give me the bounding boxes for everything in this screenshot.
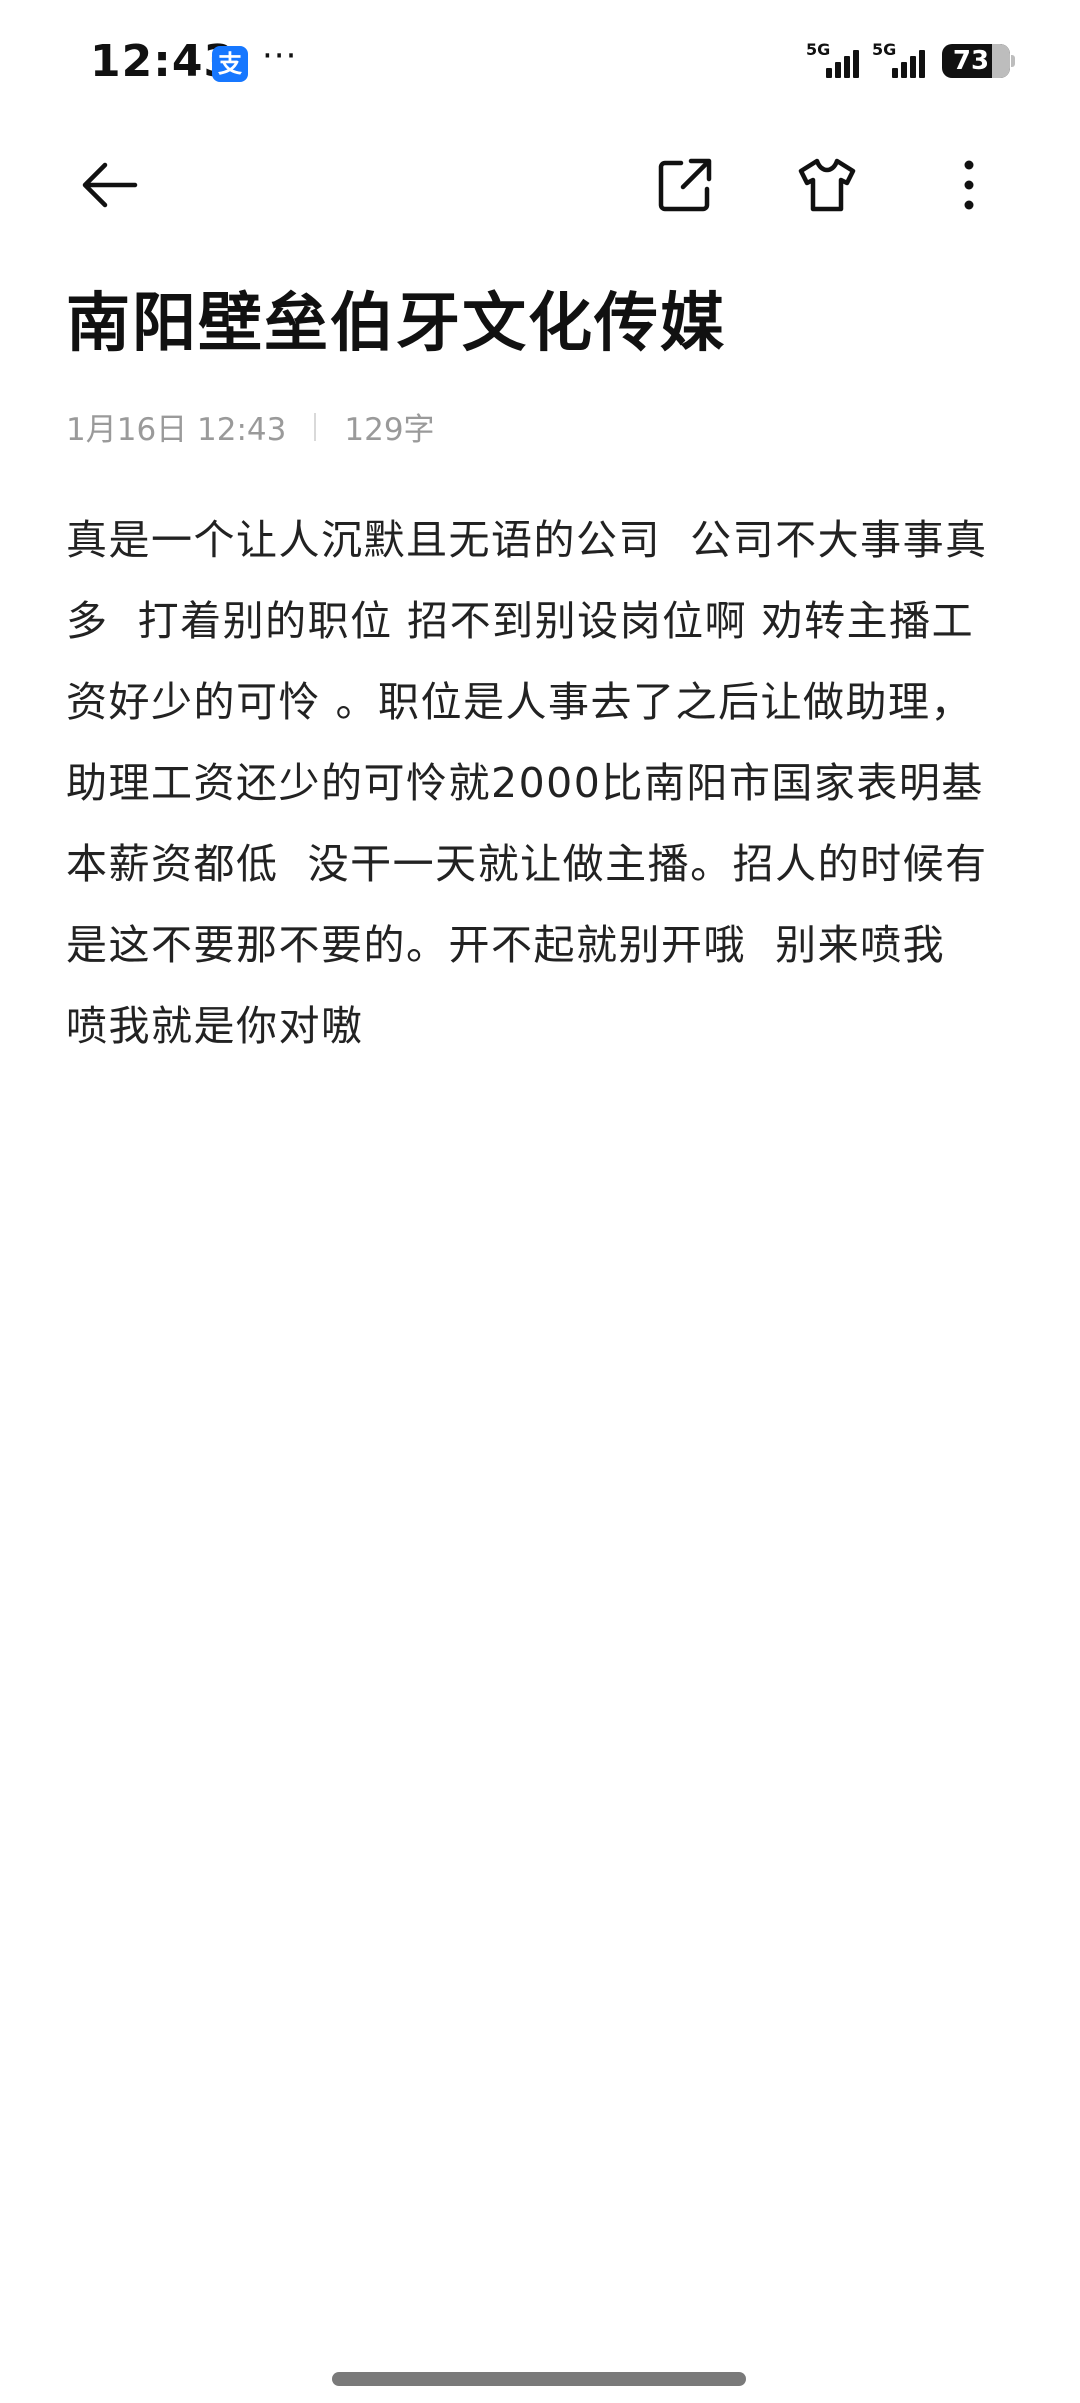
note-toolbar — [0, 130, 1080, 240]
share-icon — [658, 158, 712, 212]
note-body-line: 真是一个让人沉默且无语的公司 公司不大事事真 — [66, 516, 988, 564]
battery-icon: 73 — [942, 44, 1010, 78]
tshirt-icon — [798, 158, 856, 212]
signal-bars — [826, 50, 859, 78]
note-date: 1月16日 12:43 — [66, 412, 287, 448]
more-button[interactable] — [934, 150, 1004, 220]
status-bar: 12:43 支 ··· 5G 5G 73 — [0, 0, 1080, 130]
note-body-line: 本薪资都低 没干一天就让做主播。招人的时候有 — [66, 840, 988, 888]
word-count: 129字 — [344, 412, 435, 448]
battery-tip — [1011, 55, 1015, 67]
note-body[interactable]: 真是一个让人沉默且无语的公司 公司不大事事真 多 打着别的职位 招不到别设岗位啊… — [66, 500, 1016, 1067]
meta-divider — [314, 412, 317, 441]
note-body-line: 多 打着别的职位 招不到别设岗位啊 劝转主播工 — [66, 597, 975, 645]
theme-button[interactable] — [792, 150, 862, 220]
note-meta: 1月16日 12:43 129字 — [66, 404, 435, 449]
note-body-line: 是这不要那不要的。开不起就别开哦 别来喷我 — [66, 921, 946, 969]
arrow-left-icon — [82, 162, 138, 208]
alipay-icon: 支 — [212, 46, 248, 82]
battery-level: 73 — [952, 46, 990, 76]
share-button[interactable] — [650, 150, 720, 220]
signal-5g-icon: 5G — [806, 40, 866, 78]
notification-more-dots: ··· — [262, 36, 298, 76]
note-body-line: 喷我就是你对嗷 — [66, 1002, 364, 1050]
home-indicator[interactable] — [332, 2372, 746, 2386]
back-button[interactable] — [74, 150, 144, 220]
note-body-line: 助理工资还少的可怜就2000比南阳市国家表明基 — [66, 759, 984, 807]
more-vertical-icon — [964, 160, 974, 210]
signal-bars — [892, 50, 925, 78]
signal-5g-icon: 5G — [872, 40, 932, 78]
note-title[interactable]: 南阳壁垒伯牙文化传媒 — [66, 272, 726, 364]
note-body-line: 资好少的可怜 。职位是人事去了之后让做助理， — [66, 678, 974, 726]
